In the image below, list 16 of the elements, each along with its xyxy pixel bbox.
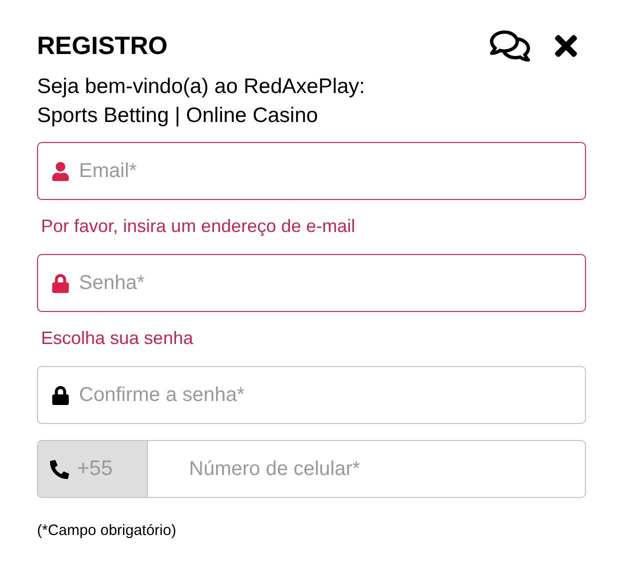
- text-input[interactable]: Senha*: [79, 268, 585, 298]
- text-input[interactable]: Email*: [79, 156, 585, 186]
- phone-input[interactable]: Número de celular*: [148, 441, 585, 497]
- text-input[interactable]: Confirme a senha*: [79, 380, 585, 410]
- country-code: +55: [77, 456, 113, 482]
- input-field[interactable]: Confirme a senha*: [37, 366, 586, 424]
- error-message: Por favor, insira um endereço de e-mail: [40, 215, 356, 238]
- phone-field[interactable]: +55 Número de celular*: [37, 440, 586, 498]
- dialog-title: REGISTRO: [37, 31, 168, 62]
- welcome-text: Sports Betting | Online Casino: [37, 103, 319, 129]
- welcome-text: Seja bem-vindo(a) ao RedAxePlay:: [37, 74, 366, 100]
- input-field[interactable]: Senha*: [37, 254, 586, 312]
- required-note: (*Campo obrigatório): [37, 521, 178, 541]
- input-field[interactable]: Email*: [37, 142, 586, 200]
- country-code-box[interactable]: +55: [38, 441, 148, 497]
- error-message: Escolha sua senha: [40, 327, 194, 350]
